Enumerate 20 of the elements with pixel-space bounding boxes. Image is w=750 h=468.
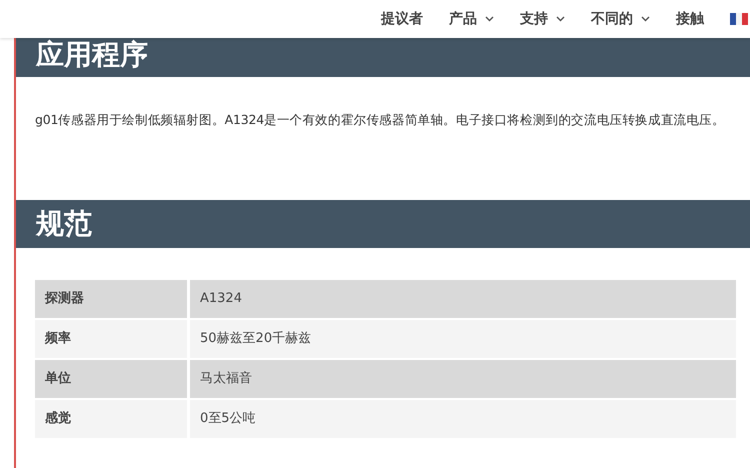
row-header-cell: 探测器 — [35, 280, 187, 318]
nav-link[interactable]: 接触 — [676, 8, 704, 30]
nav-menu[interactable]: 产品 — [449, 8, 494, 30]
chevron-down-icon — [485, 16, 494, 22]
table-cell: 0至5公吨 — [190, 400, 736, 438]
nav-menu[interactable]: 支持 — [520, 8, 565, 30]
table-cell: 马太福音 — [190, 360, 736, 398]
row-header-cell: 感觉 — [35, 400, 187, 438]
flag-icon[interactable] — [730, 13, 748, 25]
row-header-cell: 频率 — [35, 320, 187, 358]
chevron-down-icon — [641, 16, 650, 22]
description-paragraph: g01传感器用于绘制低频辐射图。A1324是一个有效的霍尔传感器简单轴。电子接口将检测到的交流电压转换成直流电压。 — [35, 111, 726, 129]
nav-link[interactable]: 提议者 — [381, 8, 423, 30]
section-heading: 应用程序 — [16, 38, 750, 77]
nav-menu[interactable]: 不同的 — [591, 8, 650, 30]
chevron-down-icon — [556, 16, 565, 22]
table-cell: 50赫兹至20千赫兹 — [190, 320, 736, 358]
table-cell: A1324 — [190, 280, 736, 318]
row-header-cell: 单位 — [35, 360, 187, 398]
section-heading: 规范 — [16, 200, 750, 248]
